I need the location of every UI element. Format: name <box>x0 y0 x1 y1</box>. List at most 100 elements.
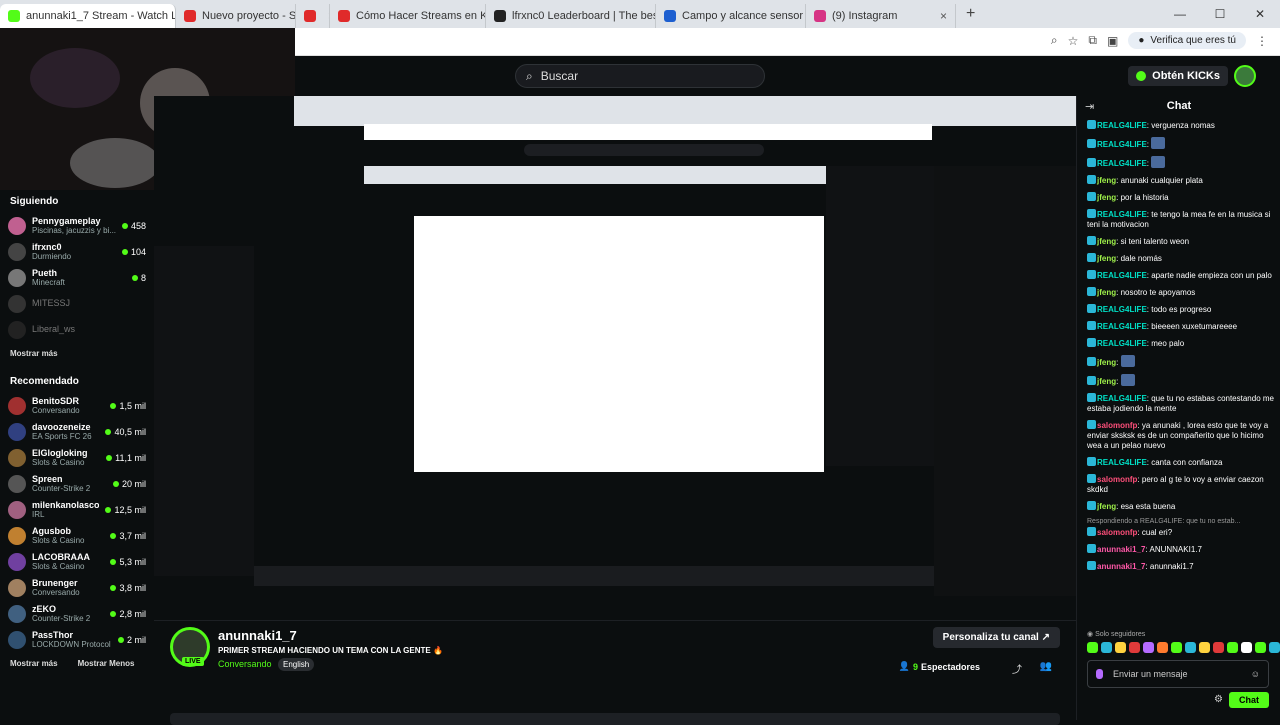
send-chat-button[interactable]: Chat <box>1229 692 1269 708</box>
emote-icon[interactable] <box>1143 642 1154 653</box>
sidebar-channel[interactable]: davoozeneize EA Sports FC 26 40,5 mil <box>0 419 154 445</box>
language-tag[interactable]: English <box>278 658 315 671</box>
get-kicks-button[interactable]: Obtén KICKs <box>1128 66 1228 86</box>
show-more-following[interactable]: Mostrar más <box>10 349 58 358</box>
emote-icon[interactable] <box>1087 642 1098 653</box>
tab-close-icon[interactable]: × <box>940 9 947 23</box>
sidepanel-icon[interactable]: ▣ <box>1107 34 1118 48</box>
emote-icon[interactable] <box>1115 642 1126 653</box>
sidebar-channel[interactable]: Spreen Counter-Strike 2 20 mil <box>0 471 154 497</box>
extensions-icon[interactable]: ⧉ <box>1088 33 1097 48</box>
sidebar-channel[interactable]: zEKO Counter-Strike 2 2,8 mil <box>0 601 154 627</box>
browser-tab[interactable]: (9) Instagram × <box>806 4 956 28</box>
emote-icon[interactable] <box>1171 642 1182 653</box>
emote-icon[interactable] <box>1185 642 1196 653</box>
browser-tab[interactable]: anunnaki1_7 Stream - Watch Li× <box>0 4 176 28</box>
viewer-count: 3,7 mil <box>110 531 146 541</box>
close-icon[interactable]: ✕ <box>1240 0 1280 28</box>
sidebar-channel[interactable]: BenitoSDR Conversando 1,5 mil <box>0 393 154 419</box>
share-icon[interactable]: ⤴ <box>1012 661 1022 676</box>
emote-icon[interactable] <box>1241 642 1252 653</box>
minimize-icon[interactable]: — <box>1160 0 1200 28</box>
chat-username[interactable]: anunnaki1_7 <box>1097 545 1145 554</box>
captured-outer-chat <box>934 166 1076 596</box>
chat-username[interactable]: REALG4LIFE <box>1097 271 1147 280</box>
chat-username[interactable]: jfeng <box>1097 193 1116 202</box>
sidebar-channel[interactable]: LACOBRAAA Slots & Casino 5,3 mil <box>0 549 154 575</box>
user-avatar[interactable] <box>1234 65 1256 87</box>
chat-username[interactable]: jfeng <box>1097 176 1116 185</box>
follow-icon[interactable]: 👥 <box>1040 661 1052 672</box>
chat-username[interactable]: jfeng <box>1097 377 1116 386</box>
emote-icon[interactable] <box>1157 642 1168 653</box>
browser-tab[interactable]: Nuevo proyecto - Studio× <box>176 4 296 28</box>
chat-username[interactable]: salomonfp <box>1097 421 1137 430</box>
verify-button[interactable]: ● Verifica que eres tú <box>1128 32 1246 49</box>
browser-tab[interactable]: × <box>296 4 330 28</box>
browser-tab[interactable]: lfrxnc0 Leaderboard | The best× <box>486 4 656 28</box>
browser-tab[interactable]: Campo y alcance sensor× <box>656 4 806 28</box>
customize-channel-button[interactable]: Personaliza tu canal ↗ <box>932 627 1060 648</box>
show-less-recommended[interactable]: Mostrar Menos <box>78 659 135 668</box>
chat-username[interactable]: REALG4LIFE <box>1097 394 1147 403</box>
chat-username[interactable]: jfeng <box>1097 288 1116 297</box>
chat-username[interactable]: salomonfp <box>1097 475 1137 484</box>
chat-messages: REALG4LIFE: verguenza nomas REALG4LIFE: R… <box>1087 120 1277 578</box>
sidebar-channel[interactable]: PassThor LOCKDOWN Protocol 2 mil <box>0 627 154 653</box>
viewers-number: 9 <box>912 661 918 672</box>
chat-username[interactable]: jfeng <box>1097 358 1116 367</box>
chat-text: todo es progreso <box>1151 305 1212 314</box>
viewer-count: 👤 9 Espectadores <box>899 661 980 672</box>
viewer-count: 40,5 mil <box>105 427 146 437</box>
emote-icon[interactable] <box>1227 642 1238 653</box>
sidebar-channel[interactable]: Pennygameplay Piscinas, jacuzzis y bi... 4… <box>0 213 154 239</box>
bookmark-star-icon[interactable]: ☆ <box>1068 34 1079 48</box>
channel-category: Minecraft <box>32 277 65 287</box>
new-tab-button[interactable]: + <box>956 5 985 23</box>
chat-username[interactable]: anunnaki1_7 <box>1097 562 1145 571</box>
sidebar-channel[interactable]: Pueth Minecraft 8 <box>0 265 154 291</box>
settings-gear-icon[interactable]: ⚙ <box>1214 694 1223 705</box>
sidebar-channel[interactable]: ElGlogloking Slots & Casino 11,1 mil <box>0 445 154 471</box>
emoji-icon[interactable]: ☺ <box>1251 669 1260 679</box>
sidebar-channel[interactable]: Liberal_ws <box>0 317 154 343</box>
chat-username[interactable]: REALG4LIFE <box>1097 305 1147 314</box>
chat-username[interactable]: salomonfp <box>1097 528 1137 537</box>
zoom-icon[interactable]: ⌕ <box>1051 33 1058 48</box>
chat-username[interactable]: jfeng <box>1097 237 1116 246</box>
chat-username[interactable]: jfeng <box>1097 254 1116 263</box>
sidebar-channel[interactable]: milenkanolasco IRL 12,5 mil <box>0 497 154 523</box>
sidebar-channel[interactable]: Agusbob Slots & Casino 3,7 mil <box>0 523 154 549</box>
chat-username[interactable]: REALG4LIFE <box>1097 322 1147 331</box>
chat-username[interactable]: jfeng <box>1097 502 1116 511</box>
stream-category[interactable]: Conversando <box>218 659 272 669</box>
channel-avatar <box>8 217 26 235</box>
search-input[interactable]: ⌕ Buscar <box>515 64 765 88</box>
chat-username[interactable]: REALG4LIFE <box>1097 339 1147 348</box>
sidebar-channel[interactable]: Brunenger Conversando 3,8 mil <box>0 575 154 601</box>
emote-icon[interactable] <box>1199 642 1210 653</box>
channel-name[interactable]: anunnaki1_7 <box>218 628 297 643</box>
mic-icon[interactable] <box>1096 669 1103 679</box>
chat-username[interactable]: REALG4LIFE <box>1097 210 1147 219</box>
maximize-icon[interactable]: ☐ <box>1200 0 1240 28</box>
channel-text: Pennygameplay Piscinas, jacuzzis y bi... <box>32 217 116 235</box>
chat-input[interactable]: Enviar un mensaje ☺ <box>1087 660 1269 688</box>
sidebar-channel[interactable]: ifrxnc0 Durmiendo 104 <box>0 239 154 265</box>
chat-username[interactable]: REALG4LIFE <box>1097 458 1147 467</box>
emote-icon[interactable] <box>1255 642 1266 653</box>
sidebar-channel[interactable]: MITESSJ <box>0 291 154 317</box>
emote-icon[interactable] <box>1129 642 1140 653</box>
browser-tab[interactable]: Cómo Hacer Streams en Kick (× <box>330 4 486 28</box>
chat-message: REALG4LIFE: aparte nadie empieza con un … <box>1087 270 1277 281</box>
stream-video[interactable] <box>154 96 1076 608</box>
chat-username[interactable]: REALG4LIFE <box>1097 159 1147 168</box>
emote-icon[interactable] <box>1269 642 1280 653</box>
menu-icon[interactable]: ⋮ <box>1256 34 1268 48</box>
show-more-recommended[interactable]: Mostrar más <box>10 659 58 668</box>
chat-username[interactable]: REALG4LIFE <box>1097 140 1147 149</box>
emote-icon[interactable] <box>1213 642 1224 653</box>
chat-message: salomonfp: pero al g te lo voy a enviar … <box>1087 474 1277 495</box>
chat-username[interactable]: REALG4LIFE <box>1097 121 1147 130</box>
emote-icon[interactable] <box>1101 642 1112 653</box>
